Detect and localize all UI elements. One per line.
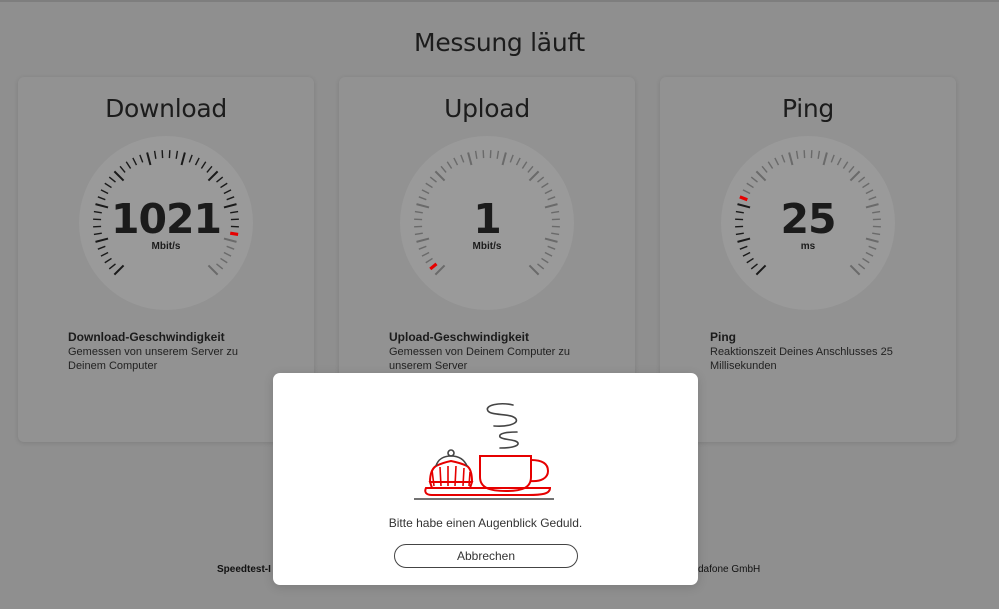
wait-message: Bitte habe einen Augenblick Geduld. [388, 516, 583, 530]
upload-title: Upload [444, 94, 530, 123]
page-title: Messung läuft [414, 28, 585, 57]
download-card: Download 1021 Mbit/s Download-Geschwindi… [18, 77, 314, 442]
footer-speedtest-link[interactable]: Speedtest-I [217, 564, 271, 575]
top-border [0, 0, 999, 2]
upload-description: Gemessen von Deinem Computer zu unserem … [389, 346, 570, 372]
download-title: Download [105, 94, 227, 123]
upload-subtitle: Upload-Geschwindigkeit [389, 330, 530, 344]
footer-copyright: dafone GmbH [698, 564, 761, 575]
download-unit: Mbit/s [151, 241, 181, 252]
ping-gauge: 25 ms [720, 135, 896, 311]
upload-gauge: 1 Mbit/s [399, 135, 575, 311]
ping-card: Ping 25 ms Ping Reaktionszeit Deines Ans… [660, 77, 956, 442]
download-gauge: 1021 Mbit/s [78, 135, 254, 311]
download-description: Gemessen von unserem Server zu Deinem Co… [68, 346, 238, 372]
upload-value: 1 [473, 195, 502, 243]
coffee-cupcake-icon [414, 403, 554, 500]
upload-unit: Mbit/s [472, 241, 502, 252]
ping-description: Reaktionszeit Deines Anschlusses 25 Mill… [710, 346, 893, 372]
ping-unit: ms [800, 241, 816, 252]
ping-subtitle: Ping [710, 330, 736, 344]
ping-value: 25 [780, 195, 836, 243]
download-value: 1021 [110, 195, 222, 243]
ping-title: Ping [782, 94, 834, 123]
download-subtitle: Download-Geschwindigkeit [68, 330, 225, 344]
cancel-button[interactable]: Abbrechen [394, 544, 578, 568]
wait-dialog: Bitte habe einen Augenblick Geduld. Abbr… [273, 373, 698, 585]
